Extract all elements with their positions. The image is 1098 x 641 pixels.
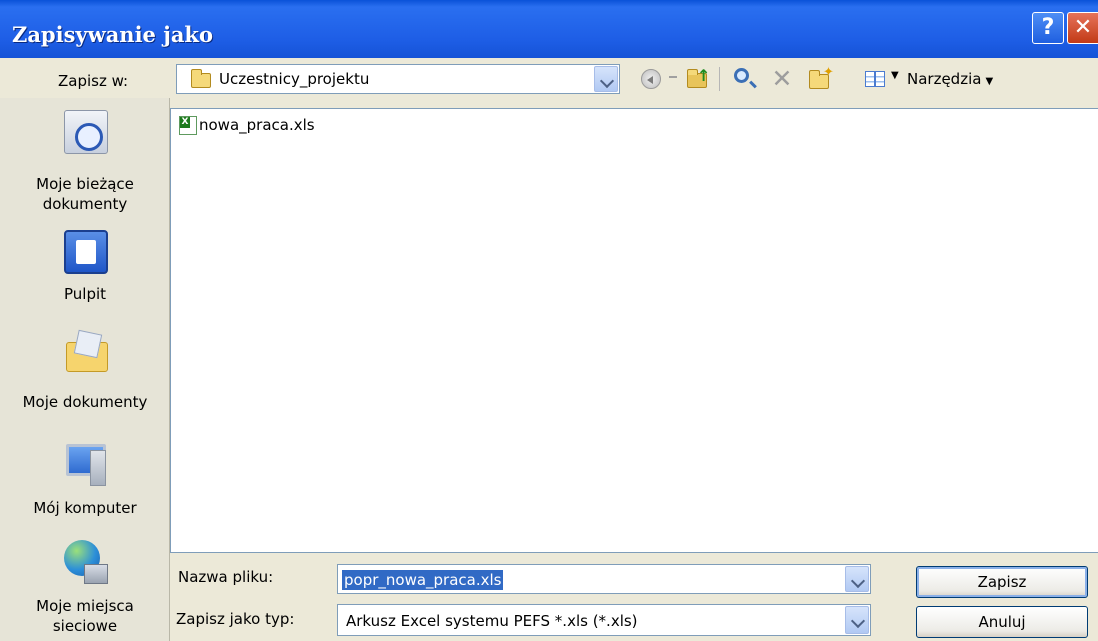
window-title: Zapisywanie jako xyxy=(12,22,213,47)
chevron-down-icon[interactable] xyxy=(594,66,618,92)
close-button[interactable]: ✕ xyxy=(1067,12,1098,44)
filename-value: popr_nowa_praca.xls xyxy=(342,570,504,590)
file-name: nowa_praca.xls xyxy=(199,116,315,134)
place-my-documents[interactable]: Moje dokumenty xyxy=(0,330,170,420)
place-label: Moje miejsca xyxy=(36,597,134,615)
place-label: Moje bieżące xyxy=(36,175,134,193)
views-icon xyxy=(865,71,885,87)
desktop-icon xyxy=(64,230,108,274)
search-web-button[interactable] xyxy=(729,64,759,94)
place-label: Pulpit xyxy=(63,285,107,303)
up-arrow-icon: ↑ xyxy=(697,66,711,85)
tools-menu-label: Narzędzia xyxy=(907,70,982,88)
place-desktop[interactable]: Pulpit xyxy=(0,230,170,310)
views-menu-button[interactable]: ▼ xyxy=(861,64,903,94)
back-arrow-icon xyxy=(641,69,661,89)
place-label: dokumenty xyxy=(42,195,128,213)
filetype-select[interactable]: Arkusz Excel systemu PEFS *.xls (*.xls) xyxy=(337,604,871,636)
recent-documents-icon xyxy=(64,110,108,154)
save-button[interactable]: Zapisz xyxy=(916,566,1088,598)
excel-file-icon xyxy=(179,116,197,135)
filename-input[interactable]: popr_nowa_praca.xls xyxy=(337,564,871,594)
place-label: sieciowe xyxy=(52,617,118,635)
save-in-label: Zapisz w: xyxy=(58,72,129,90)
filetype-label: Zapisz jako typ: xyxy=(176,610,295,628)
up-one-level-button[interactable]: ↑ xyxy=(683,64,713,94)
place-network-places[interactable]: Moje miejsca sieciowe xyxy=(0,540,170,641)
help-button[interactable]: ? xyxy=(1032,12,1064,44)
filename-chevron-down-icon[interactable] xyxy=(845,566,869,592)
my-documents-icon xyxy=(64,330,108,374)
places-bar: Moje bieżące dokumenty Pulpit Moje dokum… xyxy=(0,98,170,641)
filetype-value: Arkusz Excel systemu PEFS *.xls (*.xls) xyxy=(346,612,638,630)
tools-menu-button[interactable]: Narzędzia ▼ xyxy=(907,64,1027,94)
back-dropdown-divider xyxy=(669,76,677,78)
dropdown-arrow-icon: ▼ xyxy=(891,70,899,81)
my-computer-icon xyxy=(64,442,108,486)
place-label: Moje dokumenty xyxy=(22,393,148,411)
save-in-value: Uczestnicy_projektu xyxy=(219,70,370,88)
search-icon xyxy=(734,68,749,83)
toolbar: ↑ ✕ ✦ ▼ Narzędzia ▼ xyxy=(637,64,1097,94)
sparkle-icon: ✦ xyxy=(823,65,834,80)
cancel-button[interactable]: Anuluj xyxy=(916,606,1088,638)
tools-dropdown-arrow-icon: ▼ xyxy=(985,76,994,87)
toolbar-separator xyxy=(719,67,720,91)
folder-icon xyxy=(191,69,211,88)
place-my-computer[interactable]: Mój komputer xyxy=(0,442,170,532)
save-in-combo[interactable]: Uczestnicy_projektu xyxy=(176,64,620,94)
filename-label: Nazwa pliku: xyxy=(178,568,274,586)
place-label: Mój komputer xyxy=(33,499,137,517)
file-list[interactable]: nowa_praca.xls xyxy=(170,108,1098,553)
delete-button[interactable]: ✕ xyxy=(767,64,797,94)
network-places-icon xyxy=(64,540,108,584)
place-recent-documents[interactable]: Moje bieżące dokumenty xyxy=(0,110,170,220)
new-folder-button[interactable]: ✦ xyxy=(803,64,835,94)
back-button[interactable] xyxy=(637,64,665,94)
filetype-chevron-down-icon[interactable] xyxy=(845,606,869,634)
